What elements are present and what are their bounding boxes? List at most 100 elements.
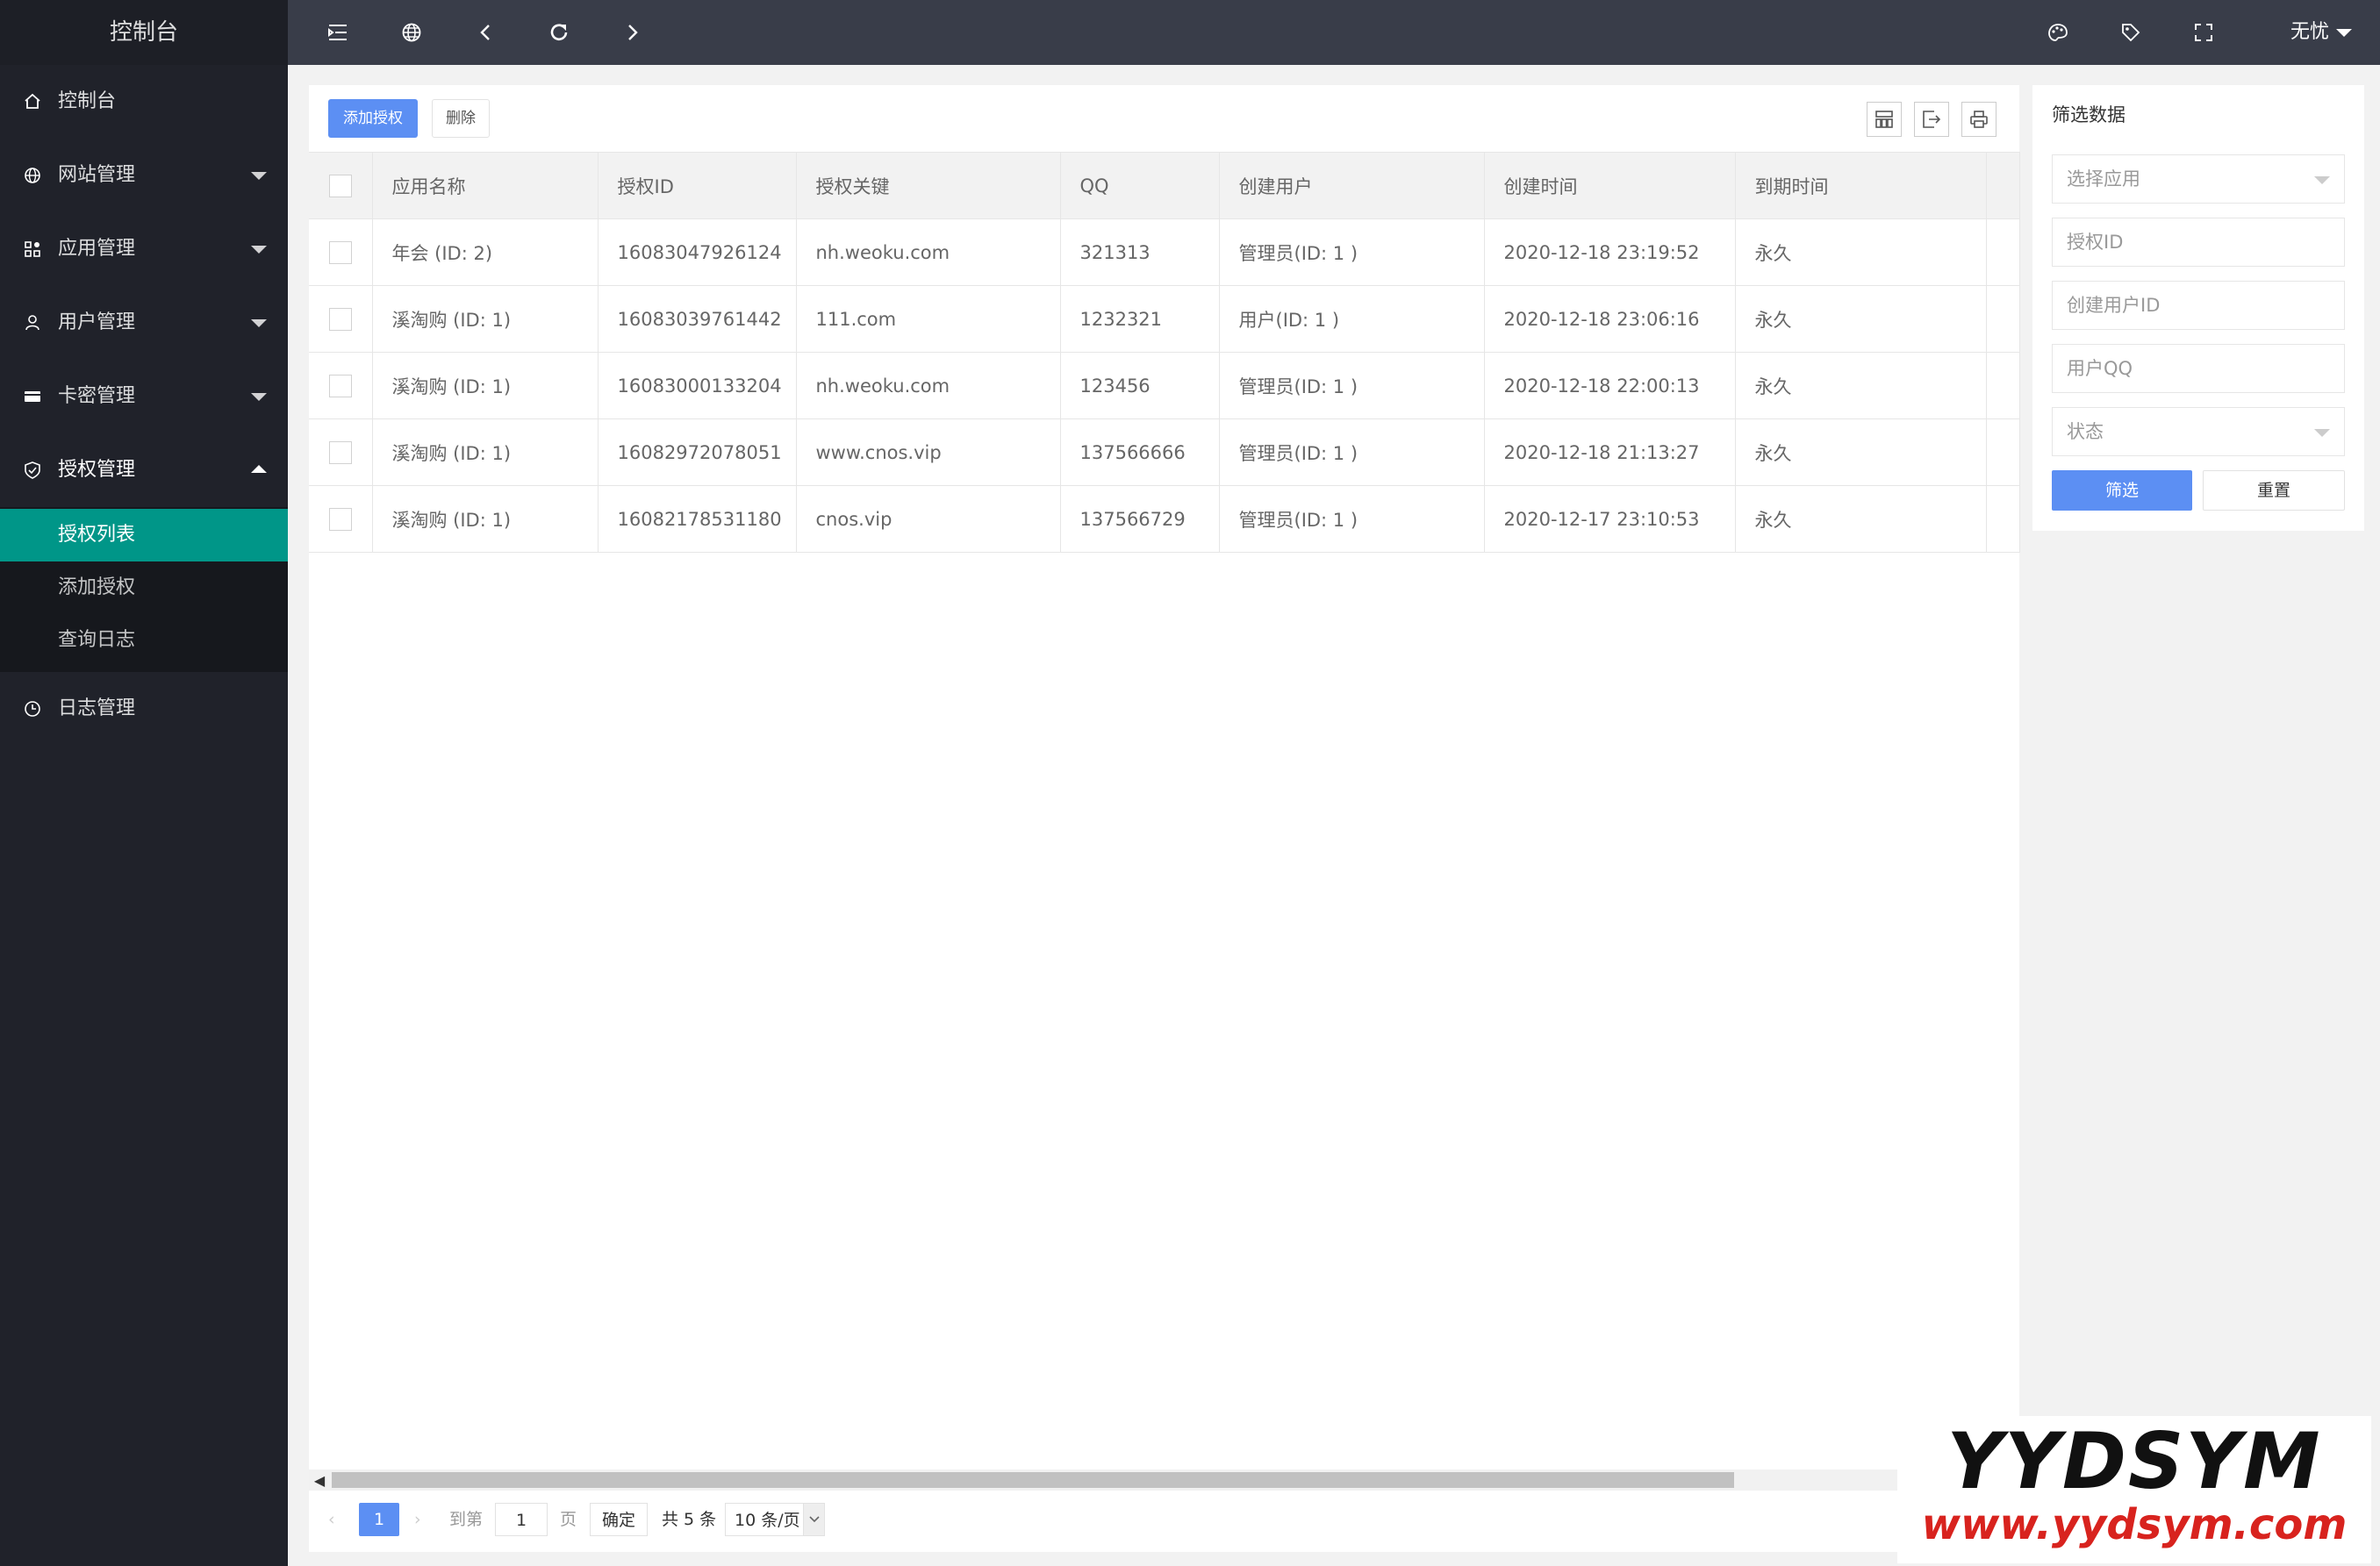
home-icon [23, 65, 42, 139]
theme-icon[interactable] [2036, 0, 2080, 65]
chevron-down-icon[interactable] [2336, 29, 2352, 37]
row-checkbox[interactable] [309, 485, 373, 553]
filter-panel: 筛选数据 选择应用 授权ID 创建用户ID 用户QQ 状态 筛选 重置 [2032, 85, 2364, 531]
chevron-down-icon [251, 319, 267, 327]
table-cell: 溪淘购 (ID: 1) [372, 418, 599, 486]
sidebar-item-label: 用户管理 [58, 311, 136, 333]
goto-page-input[interactable]: 1 [495, 1503, 548, 1536]
sidebar-item-label: 网站管理 [58, 164, 136, 186]
table-cell-empty [1986, 285, 2020, 353]
auth-id-field[interactable]: 授权ID [2052, 218, 2345, 267]
table-cell-empty [1986, 352, 2020, 419]
sidebar-item-auth[interactable]: 授权管理 [0, 433, 288, 507]
table-cell: www.cnos.vip [796, 418, 1061, 486]
sidebar-subitem-query-log[interactable]: 查询日志 [0, 614, 288, 667]
filter-title: 筛选数据 [2052, 104, 2126, 125]
scroll-left-icon[interactable]: ◀ [309, 1469, 330, 1491]
sidebar-item-label: 控制台 [58, 90, 117, 112]
page-current[interactable]: 1 [359, 1503, 399, 1536]
sidebar-subitem-auth-list[interactable]: 授权列表 [0, 509, 288, 561]
page-size-value: 10 条/页 [735, 1511, 800, 1530]
row-checkbox[interactable] [309, 285, 373, 353]
chevron-up-icon [251, 465, 267, 473]
table-cell: 2020-12-17 23:10:53 [1484, 485, 1736, 553]
filter-submit-button[interactable]: 筛选 [2052, 470, 2192, 511]
table-cell: 16083047926124 [598, 218, 797, 286]
fullscreen-icon[interactable] [2182, 0, 2226, 65]
sidebar-item-cards[interactable]: 卡密管理 [0, 360, 288, 433]
user-qq-field[interactable]: 用户QQ [2052, 344, 2345, 393]
sidebar-item-apps[interactable]: 应用管理 [0, 212, 288, 286]
print-icon[interactable] [1961, 102, 1996, 137]
status-select[interactable]: 状态 [2052, 407, 2345, 456]
delete-button[interactable]: 删除 [432, 99, 490, 138]
table-cell: 16082178531180 [598, 485, 797, 553]
table-cell: 16083039761442 [598, 285, 797, 353]
page-unit-label: 页 [560, 1510, 577, 1529]
pagination: ‹ 1 › 到第 1 页 确定 共 5 条 10 条/页 [309, 1498, 2019, 1540]
sidebar-item-users[interactable]: 用户管理 [0, 286, 288, 360]
refresh-icon[interactable] [537, 0, 581, 65]
column-header[interactable]: 授权ID [598, 152, 797, 219]
chevron-down-icon [2314, 176, 2330, 184]
table-row[interactable]: 溪淘购 (ID: 1) 16082178531180 cnos.vip 1375… [309, 485, 2020, 553]
page-size-select[interactable]: 10 条/页 [725, 1503, 825, 1536]
column-header[interactable]: 创建时间 [1484, 152, 1736, 219]
table-cell: nh.weoku.com [796, 218, 1061, 286]
sidebar-item-dashboard[interactable]: 控制台 [0, 65, 288, 139]
tag-icon[interactable] [2109, 0, 2153, 65]
creator-id-field[interactable]: 创建用户ID [2052, 281, 2345, 330]
user-menu[interactable]: 无忧 [2290, 0, 2329, 65]
row-checkbox[interactable] [309, 418, 373, 486]
table-row[interactable]: 溪淘购 (ID: 1) 16083000133204 nh.weoku.com … [309, 352, 2020, 419]
watermark-logo: YYDSYM www.yydsym.com [1897, 1416, 2371, 1563]
scrollbar-thumb[interactable] [332, 1472, 1734, 1488]
sidebar: 控制台 控制台 网站管理 应用管理 用户管理 卡密管理 授权管理 授权列表 添加… [0, 0, 288, 1566]
row-checkbox[interactable] [309, 352, 373, 419]
column-header[interactable]: QQ [1060, 152, 1220, 219]
table-toolbar: 添加授权 删除 [309, 85, 2019, 152]
card-icon [23, 360, 42, 433]
table-cell: 永久 [1735, 285, 1987, 353]
column-header[interactable]: 到期时间 [1735, 152, 1987, 219]
table-row[interactable]: 年会 (ID: 2) 16083047926124 nh.weoku.com 3… [309, 218, 2020, 286]
clock-icon [23, 672, 42, 746]
prev-page-icon[interactable]: ‹ [328, 1503, 346, 1536]
table-cell: 321313 [1060, 218, 1220, 286]
column-header[interactable]: 应用名称 [372, 152, 599, 219]
column-header[interactable]: 创建用户 [1219, 152, 1485, 219]
back-icon[interactable] [463, 0, 507, 65]
table-row[interactable]: 溪淘购 (ID: 1) 16082972078051 www.cnos.vip … [309, 418, 2020, 486]
sidebar-item-logs[interactable]: 日志管理 [0, 672, 288, 746]
table-cell: 137566666 [1060, 418, 1220, 486]
export-icon[interactable] [1914, 102, 1949, 137]
menu-fold-icon[interactable] [316, 0, 360, 65]
table-cell: 111.com [796, 285, 1061, 353]
globe-icon[interactable] [390, 0, 434, 65]
row-checkbox[interactable] [309, 218, 373, 286]
total-count: 共 5 条 [662, 1510, 717, 1529]
sidebar-subitem-add-auth[interactable]: 添加授权 [0, 561, 288, 614]
forward-icon[interactable] [611, 0, 655, 65]
add-auth-button[interactable]: 添加授权 [328, 99, 418, 138]
table-cell: 溪淘购 (ID: 1) [372, 352, 599, 419]
next-page-icon[interactable]: › [414, 1503, 432, 1536]
select-all-checkbox[interactable] [309, 152, 373, 219]
filter-reset-button[interactable]: 重置 [2203, 470, 2345, 511]
shield-icon [23, 433, 42, 507]
chevron-down-icon[interactable] [803, 1504, 824, 1535]
goto-confirm-button[interactable]: 确定 [590, 1503, 648, 1536]
sidebar-item-label: 日志管理 [58, 697, 136, 719]
table-cell: 2020-12-18 21:13:27 [1484, 418, 1736, 486]
app-select[interactable]: 选择应用 [2052, 154, 2345, 204]
sidebar-logo-title[interactable]: 控制台 [0, 0, 288, 65]
table-row[interactable]: 溪淘购 (ID: 1) 16083039761442 111.com 12323… [309, 285, 2020, 353]
column-header[interactable]: 授权关键 [796, 152, 1061, 219]
sidebar-item-label: 卡密管理 [58, 385, 136, 407]
horizontal-scrollbar[interactable]: ◀ [309, 1469, 2019, 1491]
table-header-row: 应用名称 授权ID 授权关键 QQ 创建用户 创建时间 到期时间 [309, 152, 2020, 219]
sidebar-item-site[interactable]: 网站管理 [0, 139, 288, 212]
columns-icon[interactable] [1867, 102, 1902, 137]
user-icon [23, 286, 42, 360]
apps-icon [23, 212, 42, 286]
